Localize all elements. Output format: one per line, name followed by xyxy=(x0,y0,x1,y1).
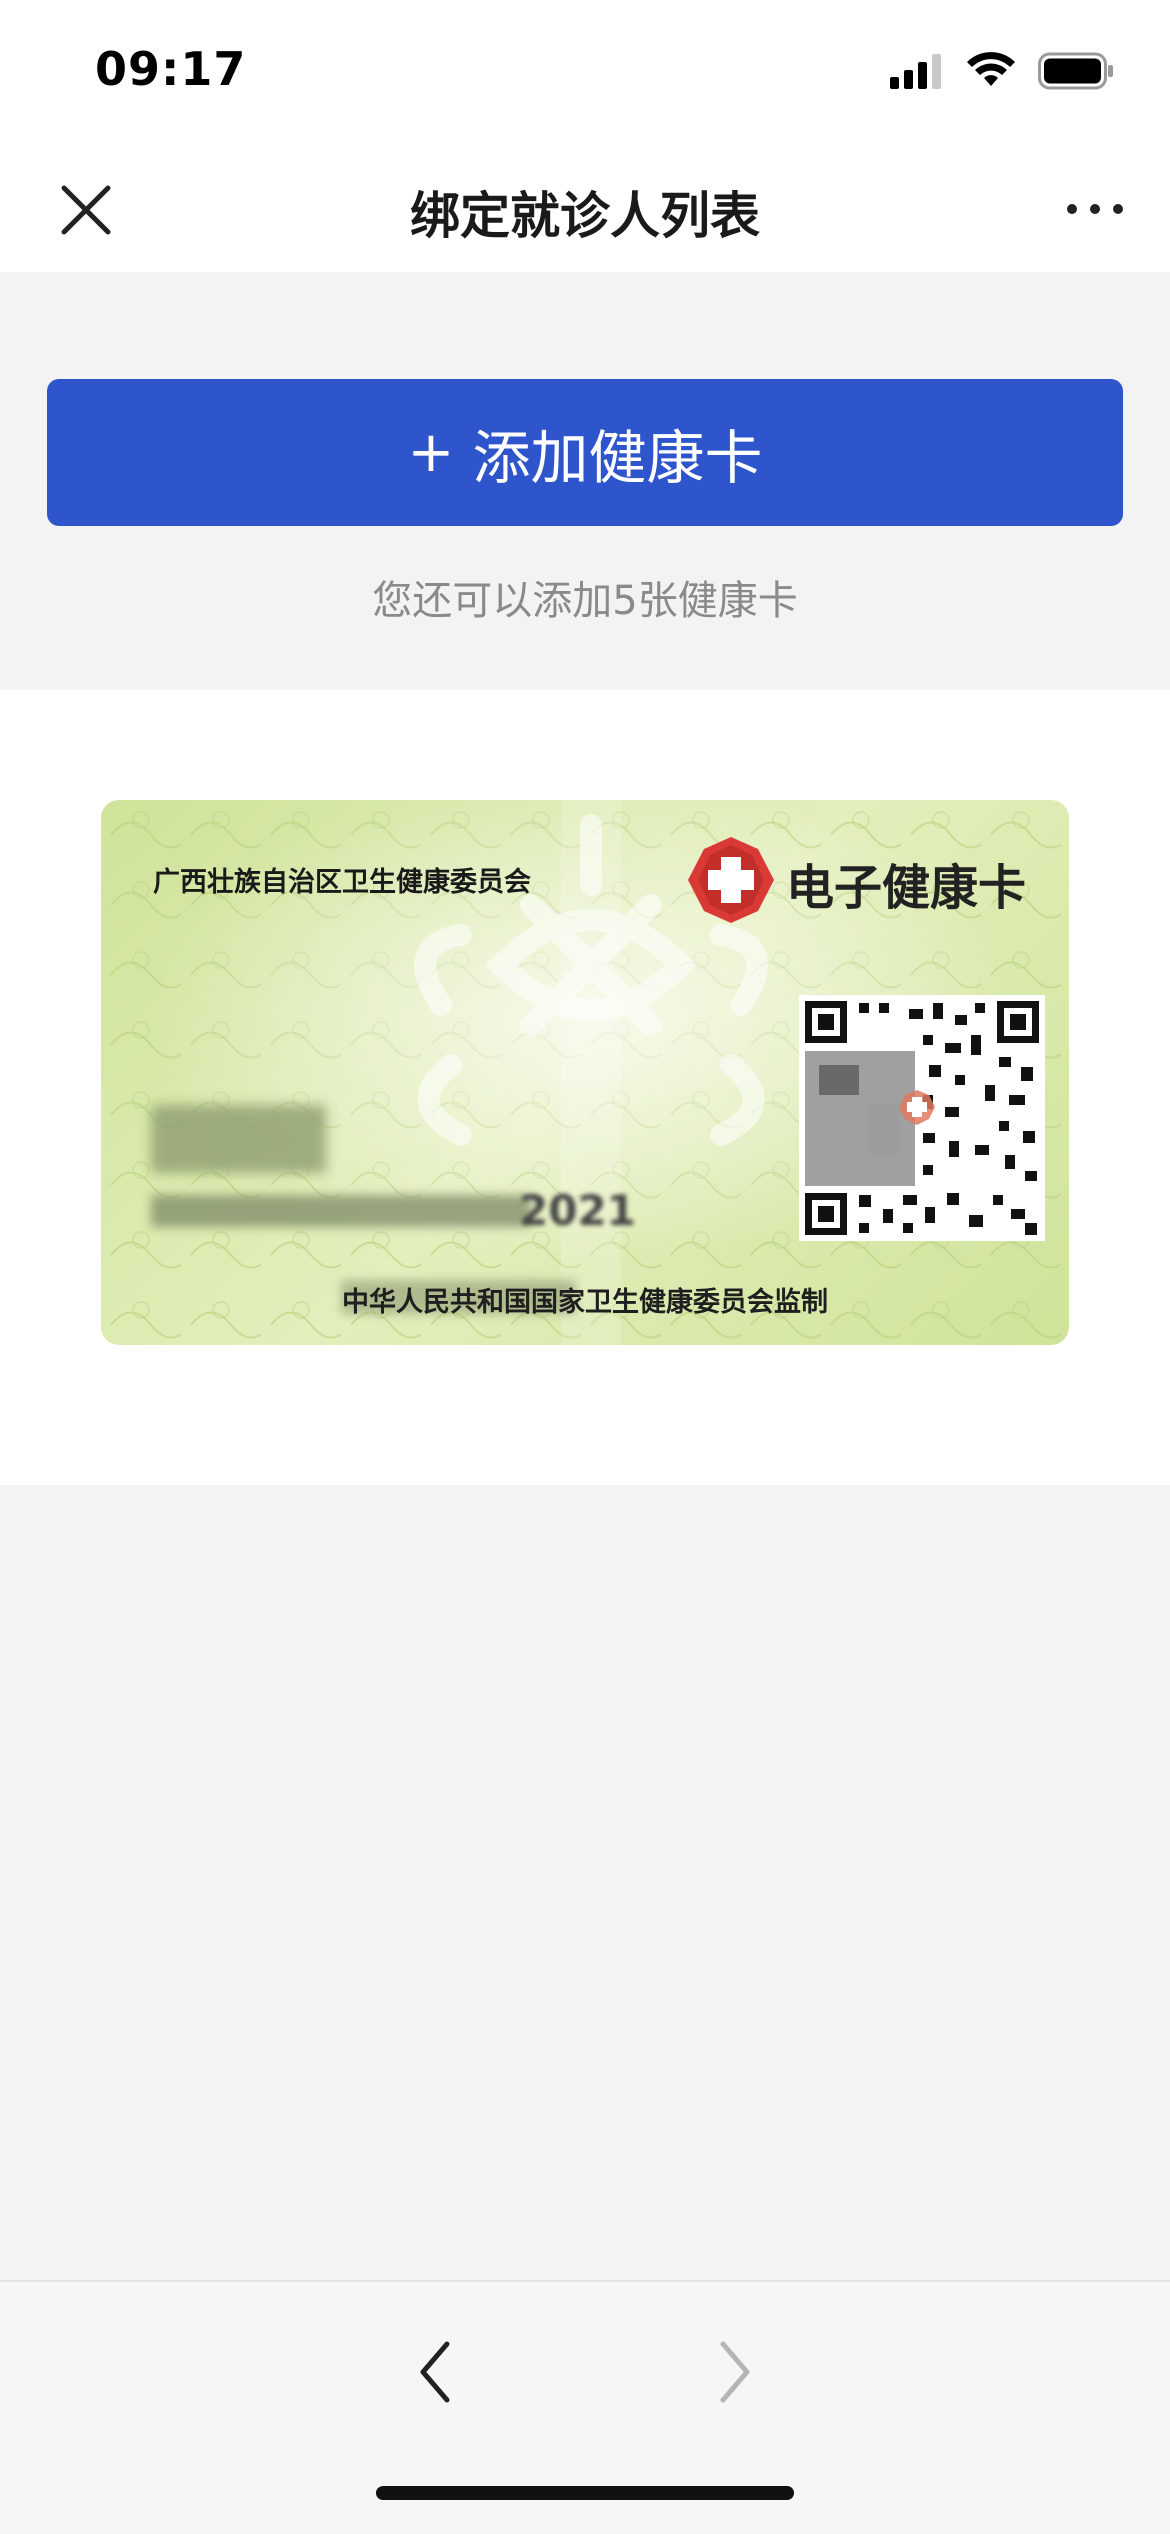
card-issuer: 广西壮族自治区卫生健康委员会 xyxy=(153,867,531,898)
status-icons xyxy=(890,50,1114,92)
qr-code-icon xyxy=(799,995,1045,1241)
holder-name-redacted xyxy=(151,1105,326,1173)
more-icon[interactable] xyxy=(1060,184,1130,234)
card-list: 广西壮族自治区卫生健康委员会 电子健康卡 2021 中华人民共和国国家卫生健康委… xyxy=(0,690,1170,1485)
page-title: 绑定就诊人列表 xyxy=(410,187,760,245)
plus-icon: + xyxy=(407,420,455,485)
battery-icon xyxy=(1038,52,1113,90)
status-bar: 09:17 xyxy=(0,0,1170,150)
cellular-signal-icon xyxy=(890,54,941,89)
status-time: 09:17 xyxy=(95,42,247,96)
card-footer: 中华人民共和国国家卫生健康委员会监制 xyxy=(342,1287,828,1318)
nav-bar: 绑定就诊人列表 xyxy=(0,150,1170,272)
card-brand: 电子健康卡 xyxy=(786,860,1027,916)
add-card-section: + 添加健康卡 您还可以添加5张健康卡 xyxy=(0,272,1170,690)
add-button-label: 添加健康卡 xyxy=(472,423,763,492)
wifi-icon xyxy=(967,52,1015,86)
chevron-left-icon[interactable] xyxy=(405,2332,465,2412)
health-card[interactable]: 广西壮族自治区卫生健康委员会 电子健康卡 2021 中华人民共和国国家卫生健康委… xyxy=(101,800,1069,1345)
card-number-suffix: 2021 xyxy=(519,1186,636,1235)
chevron-right-icon[interactable] xyxy=(705,2332,765,2412)
bottom-toolbar xyxy=(0,2280,1170,2534)
id-number-redacted xyxy=(151,1195,531,1227)
add-card-hint: 您还可以添加5张健康卡 xyxy=(372,578,798,624)
home-indicator[interactable] xyxy=(376,2486,794,2500)
add-health-card-button[interactable]: + 添加健康卡 xyxy=(47,379,1123,526)
red-cross-logo-icon xyxy=(688,837,774,923)
